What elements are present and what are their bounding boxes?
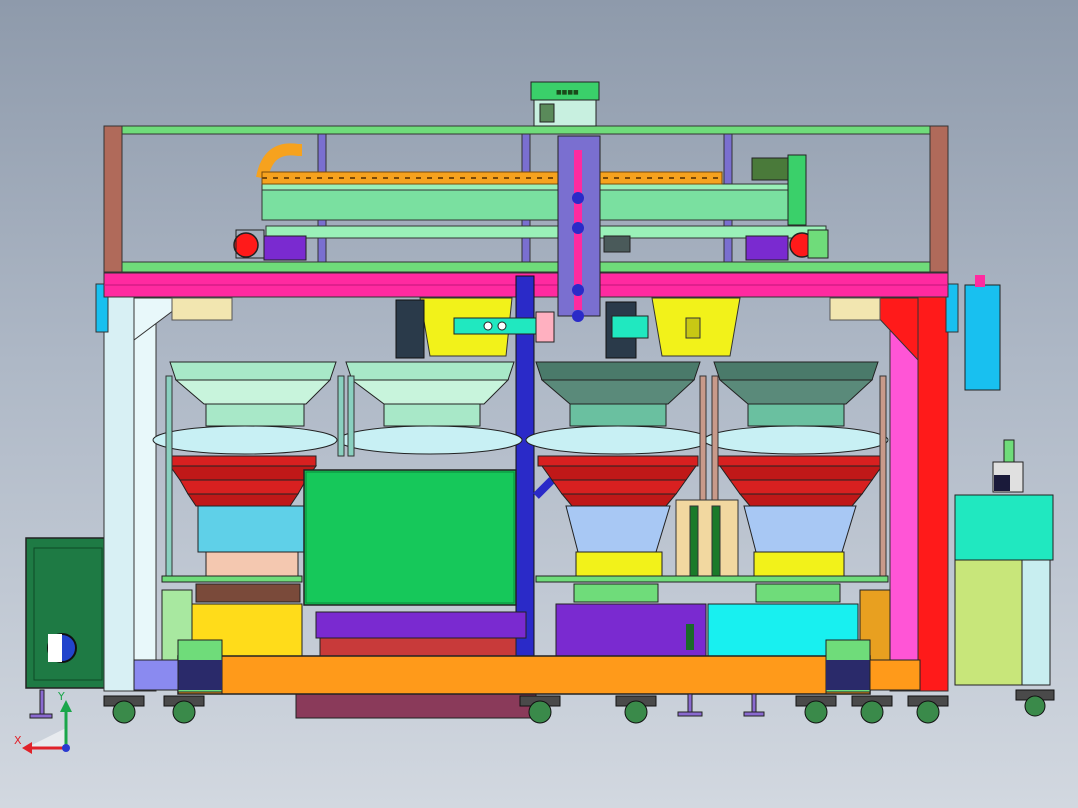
- casters: [29, 689, 1055, 724]
- y-axis-label: Y: [57, 690, 65, 703]
- z-axis-dot: [62, 744, 70, 752]
- svg-text:■■■■: ■■■■: [556, 89, 579, 96]
- left-control-cabinet: [25, 537, 109, 689]
- x-axis-label: X: [14, 734, 22, 747]
- cad-assembly-view: ■■■■ Y X: [14, 81, 1055, 754]
- upper-gantry: [103, 125, 949, 273]
- bowl-feeder-2: [337, 361, 523, 455]
- left-red-actuator: [233, 232, 259, 258]
- right-auxiliary-unit: [954, 275, 1054, 686]
- collection-bin: [303, 469, 517, 606]
